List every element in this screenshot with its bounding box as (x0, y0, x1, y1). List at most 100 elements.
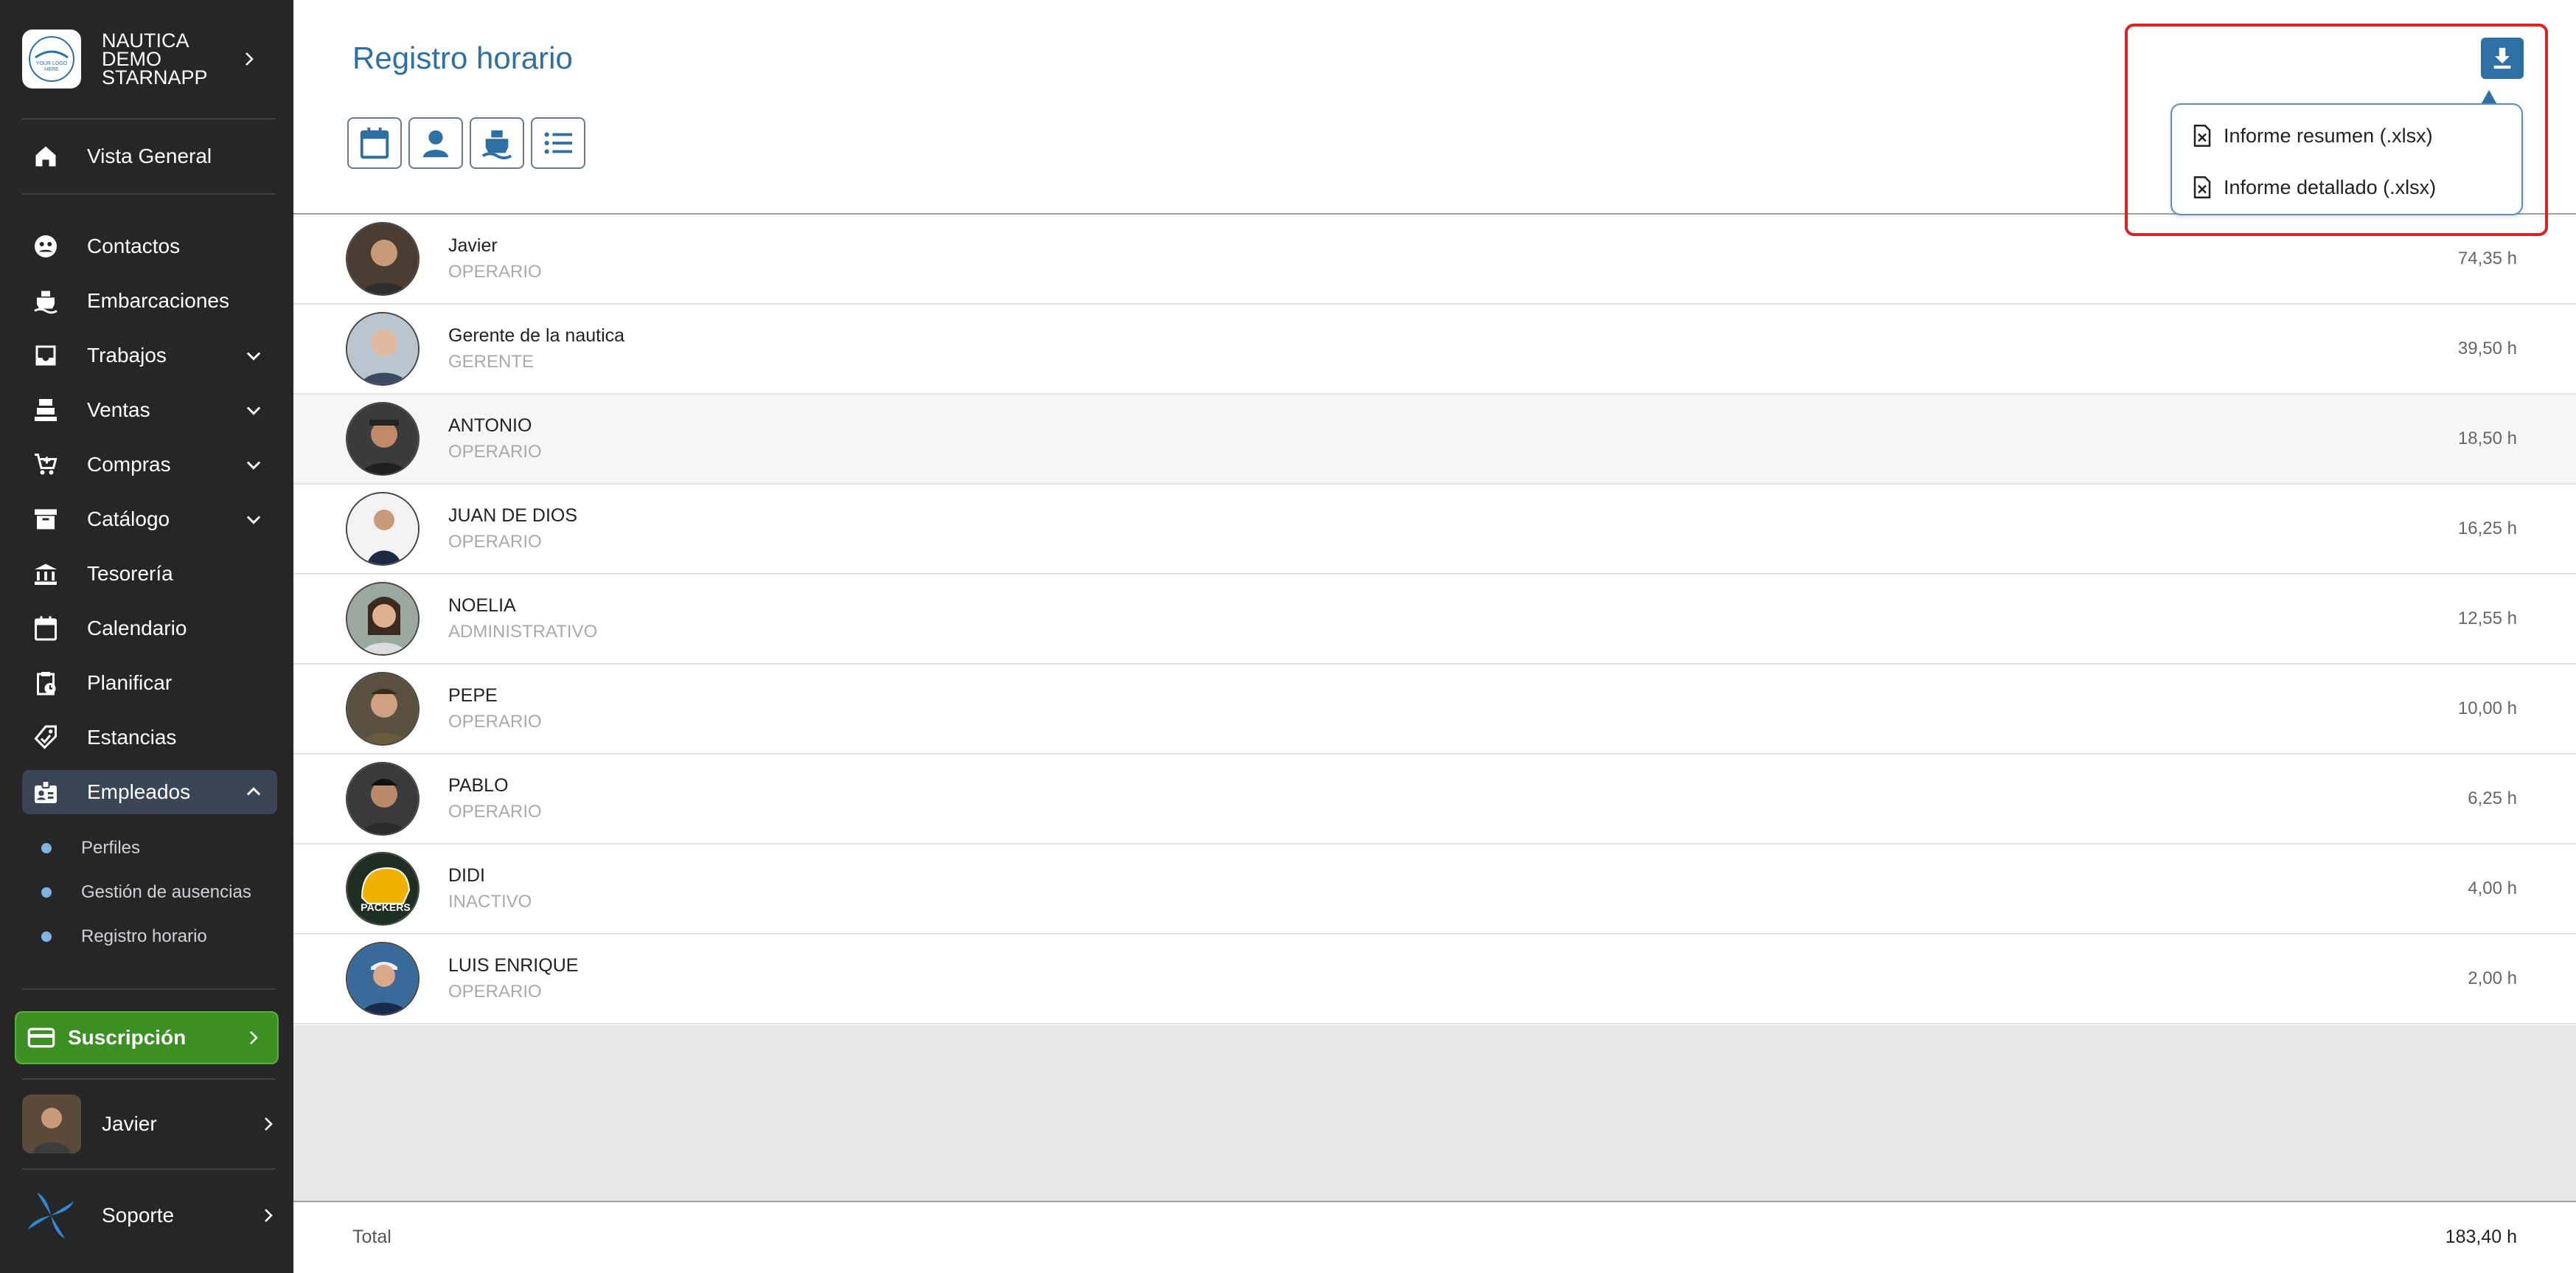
table-bottom-border (293, 1201, 2576, 1202)
employee-name: PEPE (448, 685, 498, 706)
avatar (22, 1095, 81, 1154)
table-row[interactable]: PABLO OPERARIO 6,25 h (293, 755, 2576, 844)
table-row[interactable]: NOELIA ADMINISTRATIVO 12,55 h (293, 575, 2576, 665)
nav-label: Estancias (87, 726, 177, 749)
employee-role: OPERARIO (448, 532, 542, 552)
nav-item-compras[interactable]: Compras (22, 443, 277, 487)
nav-label: Embarcaciones (87, 289, 229, 312)
employee-role: OPERARIO (448, 712, 542, 732)
table-row[interactable]: PEPE OPERARIO 10,00 h (293, 665, 2576, 755)
company-name-line-1: NAUTICA (102, 29, 189, 52)
chevron-right-icon (265, 1209, 273, 1222)
user-menu[interactable]: Javier (22, 1092, 277, 1156)
sidebar-divider (22, 118, 276, 119)
user-name: Javier (102, 1112, 157, 1135)
support-logo-icon (28, 1193, 74, 1238)
filter-boat-button[interactable] (470, 117, 524, 169)
employee-role: ADMINISTRATIVO (448, 622, 598, 642)
nav-item-contactos[interactable]: Contactos (22, 224, 277, 268)
employee-name: Javier (448, 235, 498, 256)
menu-item-detailed-report[interactable]: Informe detallado (.xlsx) (2193, 173, 2436, 202)
nav-item-vista-general[interactable]: Vista General (22, 134, 277, 178)
chevron-down-icon (246, 406, 261, 415)
nav-item-planificar[interactable]: Planificar (22, 661, 277, 705)
employee-role: INACTIVO (448, 892, 532, 912)
total-value: 183,40 h (2445, 1227, 2517, 1247)
nav-label: Tesorería (87, 562, 173, 585)
empty-area (293, 1025, 2576, 1201)
employee-name: ANTONIO (448, 415, 532, 436)
download-button[interactable] (2481, 38, 2524, 79)
chevron-down-icon (246, 516, 261, 524)
table-row[interactable]: Gerente de la nautica GERENTE 39,50 h (293, 305, 2576, 395)
menu-item-summary-report[interactable]: Informe resumen (.xlsx) (2193, 121, 2433, 150)
employee-name: Gerente de la nautica (448, 325, 625, 346)
menu-item-label: Informe resumen (.xlsx) (2224, 124, 2433, 147)
sidebar-divider (22, 1078, 276, 1080)
subnav-label: Registro horario (81, 926, 207, 946)
subnav-item-perfiles[interactable]: Perfiles (41, 833, 140, 863)
avatar (346, 762, 420, 836)
subnav-item-registro-horario[interactable]: Registro horario (41, 922, 207, 951)
calendar-icon (360, 127, 389, 159)
boat-icon (29, 285, 62, 317)
chevron-up-icon (246, 787, 261, 796)
clipboard-clock-icon (29, 667, 62, 699)
employee-hours: 16,25 h (2457, 518, 2517, 538)
employee-role: OPERARIO (448, 442, 542, 462)
nav-item-calendario[interactable]: Calendario (22, 606, 277, 651)
nav-label: Empleados (87, 780, 191, 803)
bullet-dot (41, 843, 52, 853)
employee-name: DIDI (448, 865, 485, 886)
employee-hours: 12,55 h (2457, 608, 2517, 628)
nav-item-trabajos[interactable]: Trabajos (22, 333, 277, 378)
nav-label: Vista General (87, 145, 212, 167)
sidebar-divider (22, 988, 276, 990)
avatar (346, 942, 420, 1016)
support-link[interactable]: Soporte (22, 1184, 277, 1246)
subscription-button[interactable]: Suscripción (15, 1011, 279, 1064)
table-row[interactable]: ANTONIO OPERARIO 18,50 h (293, 395, 2576, 485)
employee-hours: 10,00 h (2457, 698, 2517, 718)
table-row[interactable]: PACKERS DIDI INACTIVO 4,00 h (293, 844, 2576, 934)
tag-icon (29, 721, 62, 754)
support-label: Soporte (102, 1204, 175, 1227)
nav-item-catalogo[interactable]: Catálogo (22, 497, 277, 541)
employee-role: OPERARIO (448, 982, 542, 1002)
avatar (346, 402, 420, 476)
company-logo: YOUR LOGO HERE (22, 30, 81, 89)
table-row[interactable]: JUAN DE DIOS OPERARIO 16,25 h (293, 485, 2576, 575)
avatar (346, 492, 420, 566)
nav-item-estancias[interactable]: Estancias (22, 715, 277, 760)
logo-text-2: HERE (44, 67, 59, 72)
list-icon (544, 132, 573, 154)
employee-role: OPERARIO (448, 802, 542, 822)
filter-employee-button[interactable] (408, 117, 463, 169)
sidebar-divider (22, 1168, 276, 1170)
employee-hours: 2,00 h (2468, 968, 2517, 988)
credit-card-icon (27, 1027, 55, 1048)
register-icon (29, 394, 62, 426)
employee-name: JUAN DE DIOS (448, 505, 578, 526)
nav-label: Ventas (87, 398, 150, 421)
archive-icon (29, 503, 62, 535)
filter-date-button[interactable] (347, 117, 402, 169)
nav-item-ventas[interactable]: Ventas (22, 388, 277, 432)
table-row[interactable]: LUIS ENRIQUE OPERARIO 2,00 h (293, 934, 2576, 1024)
nav-item-embarcaciones[interactable]: Embarcaciones (22, 279, 277, 323)
chevron-down-icon (246, 352, 261, 361)
person-icon (422, 130, 449, 158)
bullet-dot (41, 932, 52, 942)
brand-switcher[interactable]: YOUR LOGO HERE NAUTICA DEMO STARNAPP (22, 28, 280, 90)
avatar-text: PACKERS (361, 901, 410, 913)
nav-label: Calendario (87, 617, 187, 639)
nav-item-empleados[interactable]: Empleados (22, 770, 277, 814)
employee-hours: 74,35 h (2457, 249, 2517, 268)
nav-item-tesoreria[interactable]: Tesorería (22, 552, 277, 596)
subnav-item-ausencias[interactable]: Gestión de ausencias (41, 878, 251, 907)
subnav-label: Perfiles (81, 838, 141, 858)
chevron-down-icon (246, 461, 261, 470)
employee-name: LUIS ENRIQUE (448, 955, 579, 976)
employee-hours: 4,00 h (2468, 878, 2517, 898)
view-list-button[interactable] (531, 117, 585, 169)
